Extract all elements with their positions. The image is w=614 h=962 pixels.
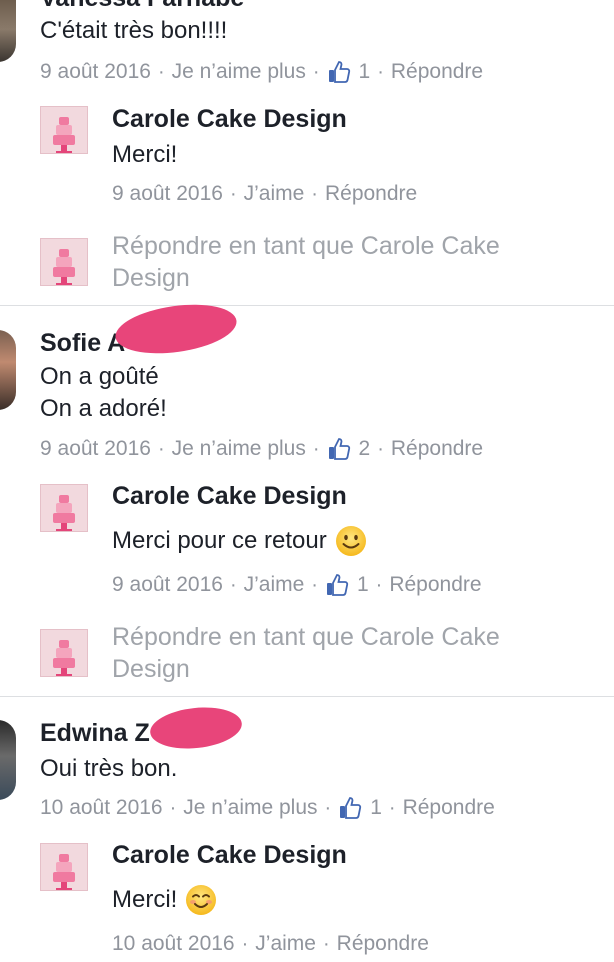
separator-dot: ·	[229, 574, 237, 596]
page-reply-text: Merci pour ce retour	[112, 527, 327, 554]
divider	[0, 305, 614, 306]
comment-meta: 9 août 2016 · Je n’aime plus · 2 · Répon…	[40, 434, 483, 464]
page-reply-text: Merci!	[112, 141, 178, 168]
page-reply-author[interactable]: Carole Cake Design	[112, 481, 347, 511]
separator-dot: ·	[375, 574, 383, 596]
reply-as-page-input[interactable]: Répondre en tant que Carole Cake Design	[112, 230, 582, 294]
smiley-icon	[335, 526, 366, 556]
comment-date[interactable]: 9 août 2016	[40, 434, 151, 464]
separator-dot: ·	[312, 438, 320, 460]
separator-dot: ·	[229, 183, 237, 205]
separator-dot: ·	[388, 797, 396, 819]
separator-dot: ·	[241, 933, 249, 955]
separator-dot: ·	[311, 574, 318, 596]
redaction-mark	[112, 297, 240, 361]
comment-meta: 9 août 2016 · Je n’aime plus · 1 · Répon…	[40, 57, 483, 87]
reply-button[interactable]: Répondre	[391, 57, 483, 87]
blush-smiley-icon	[186, 885, 217, 915]
page-reply-text-row: Merci pour ce retour	[112, 525, 367, 557]
divider	[0, 696, 614, 697]
comment-author[interactable]: Edwina Z	[40, 718, 150, 748]
page-reply-date[interactable]: 9 août 2016	[112, 179, 223, 209]
separator-dot: ·	[157, 61, 165, 83]
reply-button[interactable]: Répondre	[337, 929, 429, 959]
comment-meta: 10 août 2016 · Je n’aime plus · 1 · Répo…	[40, 793, 495, 823]
comment-text-line1: On a goûté	[40, 363, 159, 390]
page-avatar[interactable]	[40, 484, 88, 532]
page-reply-date[interactable]: 10 août 2016	[112, 929, 235, 959]
comments-thread: Vanessa Farnabé C'était très bon!!!! 9 a…	[0, 0, 614, 962]
like-count[interactable]: 2	[359, 434, 371, 464]
page-reply-date[interactable]: 9 août 2016	[112, 570, 223, 600]
page-reply-meta: 10 août 2016 · J’aime · Répondre	[112, 929, 429, 959]
reply-button[interactable]: Répondre	[391, 434, 483, 464]
comment-date[interactable]: 9 août 2016	[40, 57, 151, 87]
comment-text: C'était très bon!!!!	[40, 17, 228, 44]
thumbs-up-icon[interactable]	[327, 60, 351, 84]
redaction-mark	[148, 703, 244, 753]
unlike-button[interactable]: Je n’aime plus	[172, 57, 306, 87]
page-reply-meta: 9 août 2016 · J’aime · Répondre	[112, 179, 417, 209]
page-avatar	[40, 629, 88, 677]
page-reply-meta: 9 août 2016 · J’aime · 1 · Répondre	[112, 570, 482, 600]
like-button[interactable]: J’aime	[255, 929, 316, 959]
like-button[interactable]: J’aime	[244, 570, 305, 600]
separator-dot: ·	[324, 797, 332, 819]
page-reply-author[interactable]: Carole Cake Design	[112, 104, 347, 134]
separator-dot: ·	[377, 438, 384, 460]
thumbs-up-icon[interactable]	[338, 796, 362, 820]
comment-date[interactable]: 10 août 2016	[40, 793, 163, 823]
page-reply-author[interactable]: Carole Cake Design	[112, 840, 347, 870]
page-avatar[interactable]	[40, 106, 88, 154]
like-count[interactable]: 1	[359, 57, 371, 87]
page-avatar[interactable]	[40, 843, 88, 891]
page-avatar	[40, 238, 88, 286]
like-count[interactable]: 1	[357, 570, 369, 600]
separator-dot: ·	[311, 183, 318, 205]
page-reply-text: Merci!	[112, 886, 178, 913]
separator-dot: ·	[377, 61, 384, 83]
unlike-button[interactable]: Je n’aime plus	[183, 793, 317, 823]
comment-text-line2: On a adoré!	[40, 395, 167, 422]
comment-text: Oui très bon.	[40, 755, 178, 782]
separator-dot: ·	[312, 61, 320, 83]
reply-as-page-input[interactable]: Répondre en tant que Carole Cake Design	[112, 621, 582, 685]
like-button[interactable]: J’aime	[244, 179, 305, 209]
separator-dot: ·	[322, 933, 330, 955]
separator-dot: ·	[157, 438, 165, 460]
user-avatar[interactable]	[0, 0, 16, 62]
page-reply-text-row: Merci!	[112, 884, 217, 916]
user-avatar[interactable]	[0, 330, 16, 410]
separator-dot: ·	[169, 797, 177, 819]
unlike-button[interactable]: Je n’aime plus	[172, 434, 306, 464]
thumbs-up-icon[interactable]	[325, 573, 349, 597]
user-avatar[interactable]	[0, 720, 16, 800]
comment-author[interactable]: Vanessa Farnabé	[40, 0, 244, 13]
reply-button[interactable]: Répondre	[325, 179, 417, 209]
thumbs-up-icon[interactable]	[327, 437, 351, 461]
comment-author[interactable]: Sofie A	[40, 328, 125, 358]
reply-button[interactable]: Répondre	[403, 793, 495, 823]
reply-button[interactable]: Répondre	[389, 570, 481, 600]
like-count[interactable]: 1	[370, 793, 382, 823]
